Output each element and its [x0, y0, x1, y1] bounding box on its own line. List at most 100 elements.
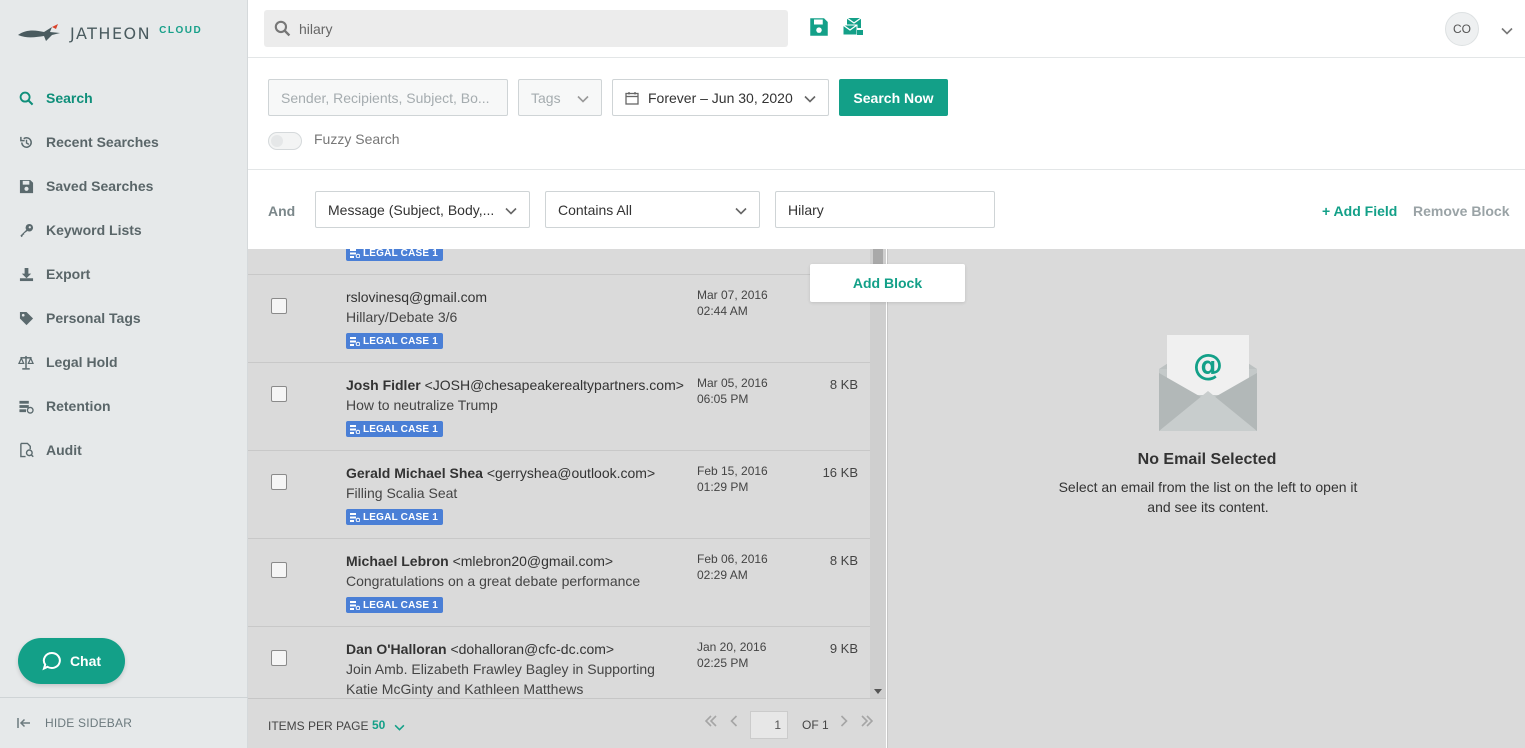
row-checkbox[interactable]	[271, 386, 287, 402]
sidebar-item-label: Saved Searches	[46, 178, 154, 194]
tag-icon	[17, 309, 35, 327]
save-icon	[17, 177, 35, 195]
query-placeholder: Sender, Recipients, Subject, Bo...	[281, 89, 490, 106]
items-per-page-value[interactable]: 50	[372, 718, 385, 732]
tag-label: LEGAL CASE 1	[363, 599, 439, 611]
table-row[interactable]: Gerald Michael Shea <gerryshea@outlook.c…	[248, 451, 870, 539]
top-bar: CO	[248, 0, 1525, 58]
date-range-select[interactable]: Forever – Jun 30, 2020	[612, 79, 829, 116]
sender-email: <mlebron20@gmail.com>	[452, 553, 614, 569]
hide-sidebar-button[interactable]: HIDE SIDEBAR	[0, 697, 248, 748]
list-scrollbar[interactable]	[870, 249, 886, 698]
query-input[interactable]: Sender, Recipients, Subject, Bo...	[268, 79, 508, 116]
chevron-down-icon	[505, 202, 517, 218]
sidebar: JATHEON CLOUD Search Recent Searches Sav…	[0, 0, 248, 748]
page-number-input[interactable]: 1	[750, 711, 788, 739]
chevron-down-icon	[804, 90, 816, 106]
row-subject: Congratulations on a great debate perfor…	[346, 573, 641, 589]
email-preview-pane: @ No Email Selected Select an email from…	[887, 249, 1525, 748]
table-row[interactable]: rslovinesq@gmail.com Hillary/Debate 3/6 …	[248, 275, 870, 363]
row-date-day: Mar 05, 2016	[697, 376, 768, 390]
sidebar-item-recent-searches[interactable]: Recent Searches	[0, 120, 248, 164]
tag-label: LEGAL CASE 1	[363, 335, 439, 347]
block-field-select[interactable]: Message (Subject, Body,...	[315, 191, 530, 228]
sidebar-item-export[interactable]: Export	[0, 252, 248, 296]
block-value-input[interactable]: Hilary	[775, 191, 995, 228]
row-sender: rslovinesq@gmail.com	[346, 289, 487, 305]
search-icon	[17, 89, 35, 107]
sender-email: <dohalloran@cfc-dc.com>	[450, 641, 615, 657]
row-size: 8 KB	[829, 377, 858, 392]
row-subject: Join Amb. Elizabeth Frawley Bagley in Su…	[346, 661, 655, 697]
add-field-link[interactable]: + Add Field	[1322, 203, 1397, 219]
legal-hold-icon	[350, 249, 360, 258]
row-date-day: Feb 06, 2016	[697, 552, 768, 566]
chevron-down-icon[interactable]	[394, 718, 405, 734]
row-date: Feb 15, 2016 01:29 PM	[697, 463, 768, 495]
row-subject: How to neutralize Trump	[346, 397, 498, 413]
sender-name: Michael Lebron	[346, 553, 449, 569]
row-date: Feb 06, 2016 02:29 AM	[697, 551, 768, 583]
scale-icon	[17, 353, 35, 371]
sender-email: <JOSH@chesapeakerealtypartners.com>	[424, 377, 684, 393]
row-checkbox[interactable]	[271, 298, 287, 314]
row-subject: Hillary/Debate 3/6	[346, 309, 458, 325]
search-now-button[interactable]: Search Now	[839, 79, 948, 116]
sidebar-item-keyword-lists[interactable]: Keyword Lists	[0, 208, 248, 252]
table-row[interactable]: Dan O'Halloran <dohalloran@cfc-dc.com> J…	[248, 627, 870, 698]
sidebar-item-label: Retention	[46, 398, 111, 414]
legal-case-tag: LEGAL CASE 1	[346, 249, 444, 261]
sidebar-item-label: Export	[46, 266, 91, 282]
sidebar-item-retention[interactable]: Retention	[0, 384, 248, 428]
row-checkbox[interactable]	[271, 562, 287, 578]
page-count: OF 1	[802, 718, 829, 732]
sidebar-item-search[interactable]: Search	[0, 76, 248, 120]
global-search-input[interactable]	[299, 20, 769, 37]
row-date-time: 01:29 PM	[697, 480, 749, 494]
row-date-time: 02:29 AM	[697, 568, 748, 582]
sidebar-item-audit[interactable]: Audit	[0, 428, 248, 472]
legal-hold-button[interactable]	[842, 17, 864, 39]
items-per-page-label: ITEMS PER PAGE	[268, 719, 369, 733]
table-row[interactable]: Michael Lebron <mlebron20@gmail.com> Con…	[248, 539, 870, 627]
sidebar-item-saved-searches[interactable]: Saved Searches	[0, 164, 248, 208]
sidebar-nav: Search Recent Searches Saved Searches Ke…	[0, 76, 248, 472]
fuzzy-search-toggle[interactable]	[268, 132, 302, 150]
tags-select[interactable]: Tags	[518, 79, 602, 116]
sidebar-item-legal-hold[interactable]: Legal Hold	[0, 340, 248, 384]
row-size: 9 KB	[829, 641, 858, 656]
logo-mark-icon	[18, 24, 60, 41]
table-row[interactable]: Josh Fidler <JOSH@chesapeakerealtypartne…	[248, 363, 870, 451]
row-sender: Josh Fidler <JOSH@chesapeakerealtypartne…	[346, 377, 684, 393]
user-avatar[interactable]: CO	[1445, 12, 1479, 46]
legal-case-tag: LEGAL CASE 1	[346, 597, 444, 613]
chevron-down-icon[interactable]	[1501, 22, 1513, 38]
sender-email: <gerryshea@outlook.com>	[486, 465, 656, 481]
row-date-time: 02:25 PM	[697, 656, 749, 670]
block-field-value: Message (Subject, Body,...	[328, 201, 495, 218]
previous-page-icon[interactable]	[730, 714, 738, 730]
jatheon-logo[interactable]: JATHEON CLOUD	[16, 18, 202, 48]
save-search-button[interactable]	[809, 17, 831, 39]
add-block-button[interactable]: Add Block	[810, 264, 965, 302]
row-date: Mar 05, 2016 06:05 PM	[697, 375, 768, 407]
scrollbar-thumb[interactable]	[873, 249, 883, 265]
row-checkbox[interactable]	[271, 650, 287, 666]
key-icon	[17, 221, 35, 239]
chat-button[interactable]: Chat	[18, 638, 125, 684]
row-checkbox[interactable]	[271, 474, 287, 490]
next-page-icon[interactable]	[840, 714, 848, 730]
list-item[interactable]: LEGAL CASE 1	[248, 249, 870, 275]
block-condition-select[interactable]: Contains All	[545, 191, 760, 228]
history-icon	[17, 133, 35, 151]
sidebar-item-personal-tags[interactable]: Personal Tags	[0, 296, 248, 340]
last-page-icon[interactable]	[860, 714, 874, 730]
sender-name: Gerald Michael Shea	[346, 465, 483, 481]
scroll-down-arrow-icon[interactable]	[874, 689, 882, 694]
chevron-down-icon	[735, 202, 747, 218]
sender-name: Dan O'Halloran	[346, 641, 447, 657]
logo-text: JATHEON	[70, 23, 152, 43]
remove-block-link[interactable]: Remove Block	[1413, 203, 1509, 219]
first-page-icon[interactable]	[704, 714, 718, 730]
global-search[interactable]	[264, 10, 788, 47]
